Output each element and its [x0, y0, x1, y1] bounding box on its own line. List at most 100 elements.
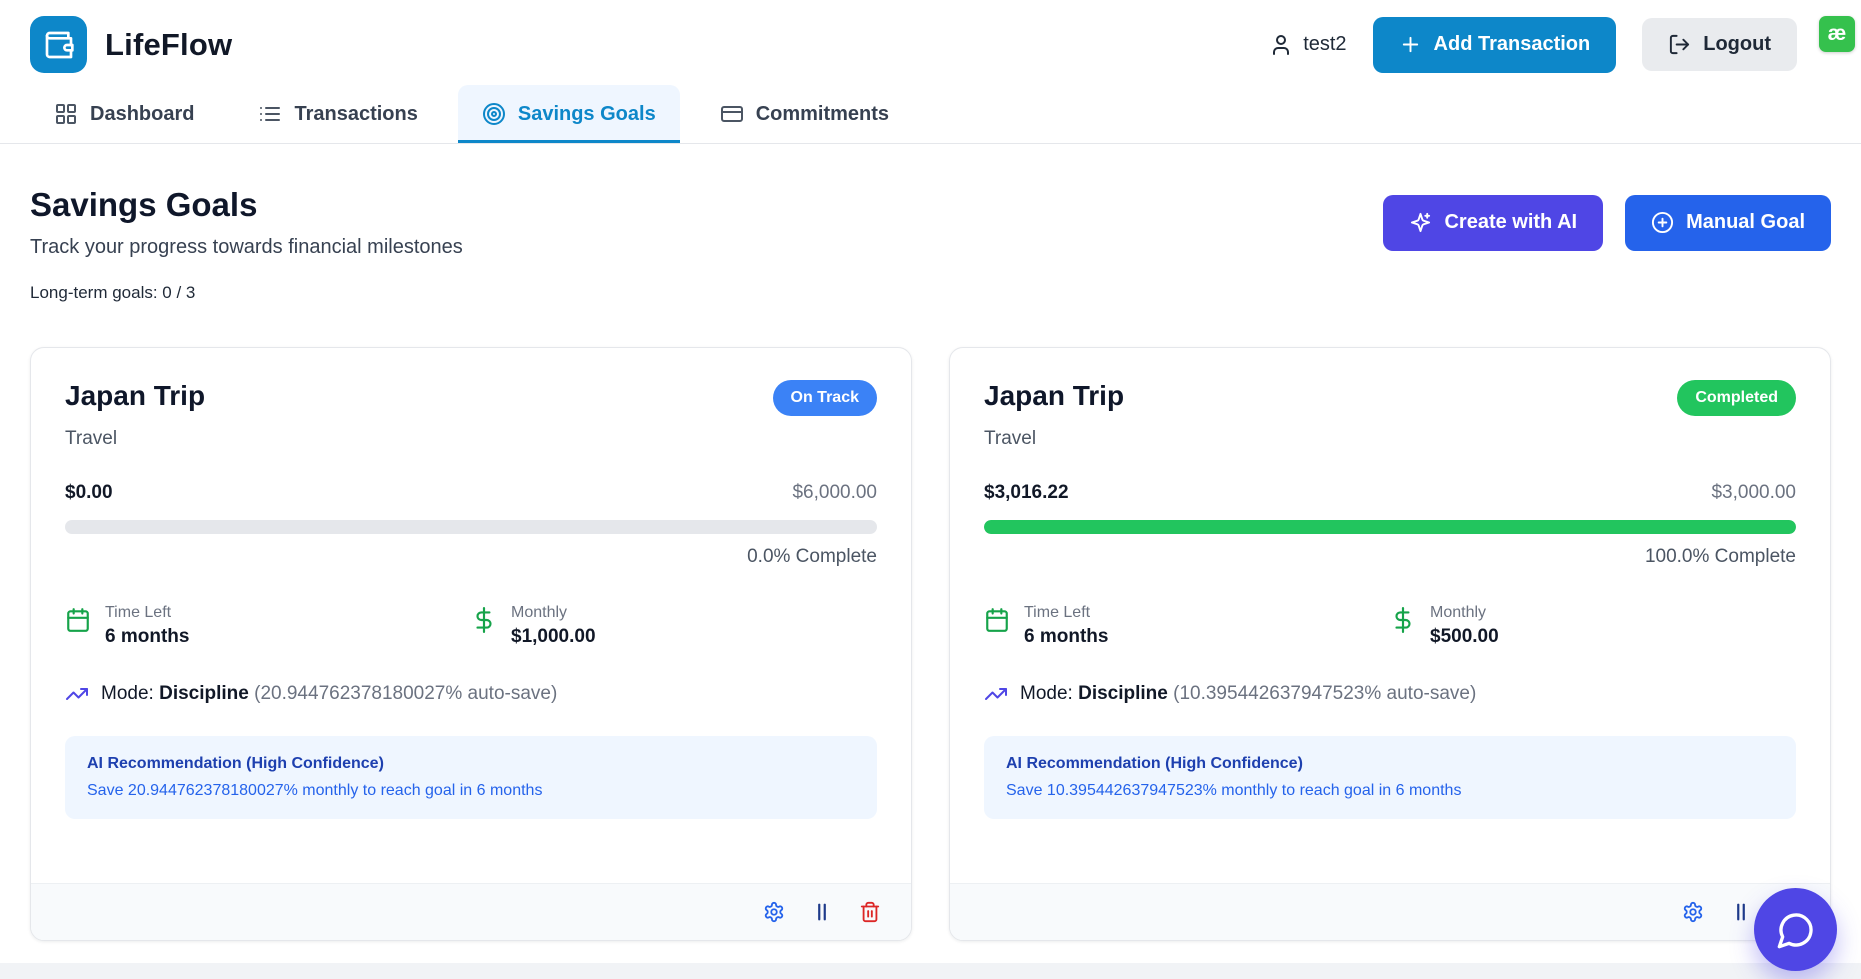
tab-label: Commitments: [755, 102, 890, 125]
tab-label: Transactions: [294, 102, 418, 125]
monthly-stat: Monthly $500.00: [1390, 604, 1796, 648]
ai-recommendation-panel: AI Recommendation (High Confidence) Save…: [984, 736, 1796, 819]
mode-name: Discipline: [159, 683, 249, 704]
calendar-icon: [986, 608, 1008, 632]
mode-prefix: Mode:: [1020, 683, 1073, 704]
goal-count: Long-term goals: 0 / 3: [30, 283, 196, 302]
target-amount: $3,000.00: [1711, 482, 1796, 503]
user-icon: [1273, 34, 1290, 55]
calendar-icon: [67, 608, 89, 632]
time-left-value: 6 months: [105, 626, 190, 647]
progress-label: 0.0% Complete: [747, 546, 877, 567]
mode-prefix: Mode:: [101, 683, 154, 704]
page-head: Savings Goals Track your progress toward…: [30, 186, 1831, 259]
monthly-value: $1,000.00: [511, 626, 596, 647]
goal-settings-button[interactable]: [1682, 901, 1704, 923]
tab-label: Savings Goals: [517, 102, 656, 125]
ai-recommendation-title: AI Recommendation (High Confidence): [1006, 755, 1303, 772]
brand: LifeFlow: [30, 16, 232, 73]
pause-icon: [818, 903, 826, 921]
sparkles-icon: [1411, 212, 1431, 233]
monthly-value: $500.00: [1430, 626, 1499, 647]
dollar-icon: [476, 607, 492, 633]
goal-amounts: $3,016.22 $3,000.00: [984, 482, 1796, 504]
goal-category: Travel: [984, 428, 1037, 449]
log-out-icon: [1670, 34, 1690, 55]
dollar-icon: [1395, 607, 1411, 633]
time-left-label: Time Left: [1024, 604, 1091, 621]
manual-goal-button[interactable]: Manual Goal: [1625, 194, 1831, 251]
chat-widget-button[interactable]: [1754, 888, 1837, 971]
plus-circle-icon: [1652, 211, 1674, 234]
time-left-label: Time Left: [105, 604, 172, 621]
goals-grid: Japan Trip On Track Travel $0.00 $6,000.…: [30, 347, 1831, 941]
page-subtitle: Track your progress towards financial mi…: [30, 236, 463, 258]
mode-row: Mode: Discipline (10.395442637947523% au…: [984, 682, 1796, 706]
goal-card: Japan Trip On Track Travel $0.00 $6,000.…: [30, 347, 912, 941]
username: test2: [1303, 33, 1347, 55]
goal-card-top: Japan Trip On Track: [65, 380, 877, 416]
page-bottom-strip: [0, 963, 1861, 979]
page-head-text: Savings Goals Track your progress toward…: [30, 186, 463, 259]
ai-recommendation-text: Save 20.944762378180027% monthly to reac…: [87, 782, 543, 799]
goal-card-body: Japan Trip Completed Travel $3,016.22 $3…: [950, 348, 1830, 883]
extension-badge[interactable]: æ: [1819, 16, 1855, 52]
goal-amounts: $0.00 $6,000.00: [65, 482, 877, 504]
app-title: LifeFlow: [105, 26, 233, 62]
create-with-ai-label: Create with AI: [1444, 211, 1578, 233]
target-amount: $6,000.00: [792, 482, 877, 503]
goal-settings-button[interactable]: [763, 901, 785, 923]
monthly-label: Monthly: [511, 604, 568, 621]
goal-name: Japan Trip: [984, 380, 1125, 411]
credit-card-icon: [720, 106, 743, 122]
user-menu[interactable]: test2: [1269, 33, 1347, 57]
page-title: Savings Goals: [30, 186, 258, 223]
mode-detail: (10.395442637947523% auto-save): [1173, 683, 1477, 704]
goal-delete-button[interactable]: [859, 901, 881, 923]
plus-icon: [1402, 36, 1418, 53]
mode-detail: (20.944762378180027% auto-save): [254, 683, 558, 704]
monthly-stat: Monthly $1,000.00: [471, 604, 877, 648]
app-header: LifeFlow test2 Add Transaction Logout: [0, 0, 1861, 85]
trending-up-icon: [985, 688, 1007, 700]
status-badge: On Track: [772, 380, 877, 416]
goal-card-body: Japan Trip On Track Travel $0.00 $6,000.…: [31, 348, 911, 883]
progress-bar: [65, 520, 877, 534]
goal-pause-button[interactable]: [811, 901, 833, 923]
ai-recommendation-panel: AI Recommendation (High Confidence) Save…: [65, 736, 877, 819]
time-left-stat: Time Left 6 months: [65, 604, 471, 648]
create-with-ai-button[interactable]: Create with AI: [1383, 194, 1604, 251]
progress-bar: [984, 520, 1796, 534]
logout-button[interactable]: Logout: [1642, 18, 1797, 71]
progress-label: 100.0% Complete: [1644, 546, 1796, 567]
header-actions: test2 Add Transaction Logout: [1269, 16, 1831, 73]
add-transaction-label: Add Transaction: [1433, 33, 1591, 55]
goal-card-footer: [31, 883, 911, 940]
tab-dashboard[interactable]: Dashboard: [30, 85, 218, 143]
status-badge: Completed: [1677, 380, 1796, 416]
trash-icon: [860, 901, 880, 923]
goal-category: Travel: [65, 428, 118, 449]
add-transaction-button[interactable]: Add Transaction: [1372, 16, 1617, 73]
goal-name: Japan Trip: [65, 380, 206, 411]
ai-recommendation-text: Save 10.395442637947523% monthly to reac…: [1006, 782, 1462, 799]
progress-fill: [984, 520, 1796, 534]
chat-bubble-icon: [1777, 912, 1813, 948]
tab-savings-goals[interactable]: Savings Goals: [457, 85, 680, 143]
tab-transactions[interactable]: Transactions: [234, 85, 441, 143]
tab-commitments[interactable]: Commitments: [696, 85, 913, 143]
gear-icon: [764, 901, 784, 923]
time-left-stat: Time Left 6 months: [984, 604, 1390, 648]
gear-icon: [1683, 901, 1703, 923]
tab-label: Dashboard: [90, 102, 195, 125]
mode-row: Mode: Discipline (20.944762378180027% au…: [65, 682, 877, 706]
current-amount: $0.00: [65, 482, 113, 503]
mode-name: Discipline: [1078, 683, 1168, 704]
goal-pause-button[interactable]: [1730, 901, 1752, 923]
goal-card-footer: [950, 883, 1830, 940]
current-amount: $3,016.22: [984, 482, 1069, 503]
wallet-icon: [45, 31, 74, 58]
page-actions: Create with AI Manual Goal: [1383, 194, 1831, 251]
goal-stats: Time Left 6 months Monthly $1,000.00: [65, 604, 877, 648]
grid-icon: [56, 104, 76, 124]
